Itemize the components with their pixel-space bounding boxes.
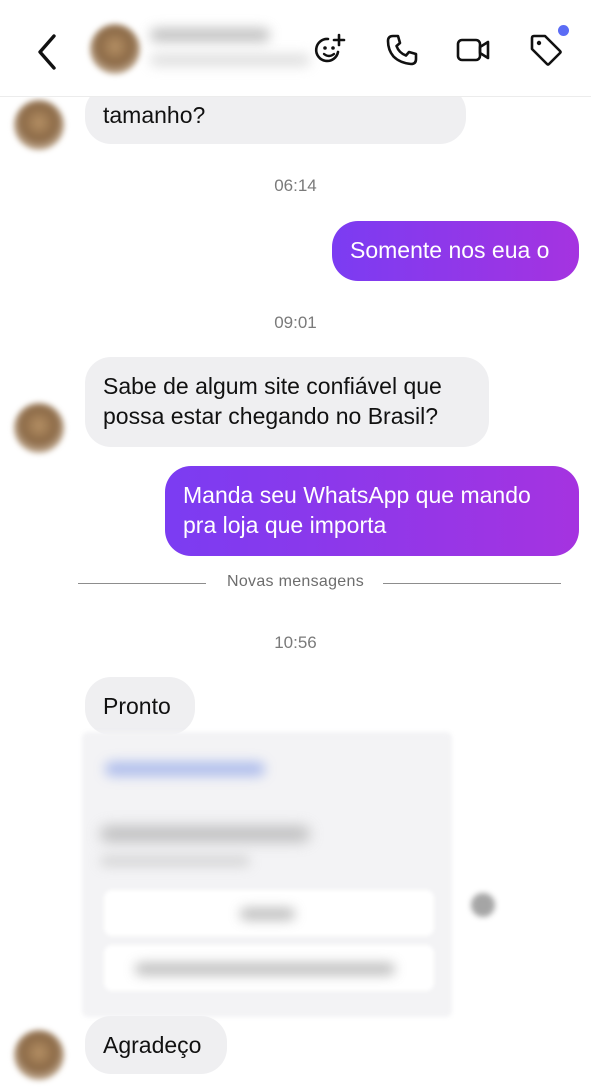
card-title (100, 826, 310, 842)
avatar[interactable] (14, 1030, 64, 1080)
contact-status (150, 54, 310, 66)
tag-icon[interactable] (528, 32, 564, 68)
divider-line (383, 583, 561, 584)
avatar[interactable] (90, 24, 140, 74)
message-bubble-incoming[interactable]: Agradeço (85, 1016, 227, 1074)
message-text: Somente nos eua o (350, 237, 550, 263)
card-action-label (240, 908, 295, 920)
message-text-line: possa estar chegando no Brasil? (103, 403, 438, 429)
shared-link[interactable] (105, 762, 265, 776)
message-bubble-incoming[interactable]: Sabe de algum site confiável que possa e… (85, 357, 489, 447)
avatar[interactable] (14, 403, 64, 453)
message-text-line: Manda seu WhatsApp que mando (183, 482, 531, 508)
message-text-line: pra loja que importa (183, 512, 387, 538)
card-subtitle (100, 856, 250, 866)
message-bubble-outgoing[interactable]: Manda seu WhatsApp que mando pra loja qu… (165, 466, 579, 556)
share-icon[interactable] (468, 890, 498, 920)
timestamp: 10:56 (274, 633, 317, 652)
chat-header (0, 0, 591, 97)
sticker-plus-icon[interactable] (312, 32, 348, 68)
message-bubble-incoming[interactable]: Pronto (85, 677, 195, 735)
timestamp: 09:01 (274, 313, 317, 332)
video-camera-icon[interactable] (455, 32, 491, 68)
card-whatsapp-label (135, 963, 395, 975)
message-text-line: Sabe de algum site confiável que (103, 373, 442, 399)
phone-icon[interactable] (384, 32, 420, 68)
contact-name[interactable] (150, 28, 270, 42)
message-text: Agradeço (103, 1032, 202, 1058)
timestamp: 06:14 (274, 176, 317, 195)
new-messages-divider: Novas mensagens (226, 573, 364, 590)
chevron-left-icon[interactable] (34, 30, 64, 74)
avatar[interactable] (14, 100, 64, 150)
message-text: tamanho? (103, 102, 206, 128)
notification-dot (558, 25, 569, 36)
message-text: Pronto (103, 693, 171, 719)
message-bubble-outgoing[interactable]: Somente nos eua o (332, 221, 579, 281)
